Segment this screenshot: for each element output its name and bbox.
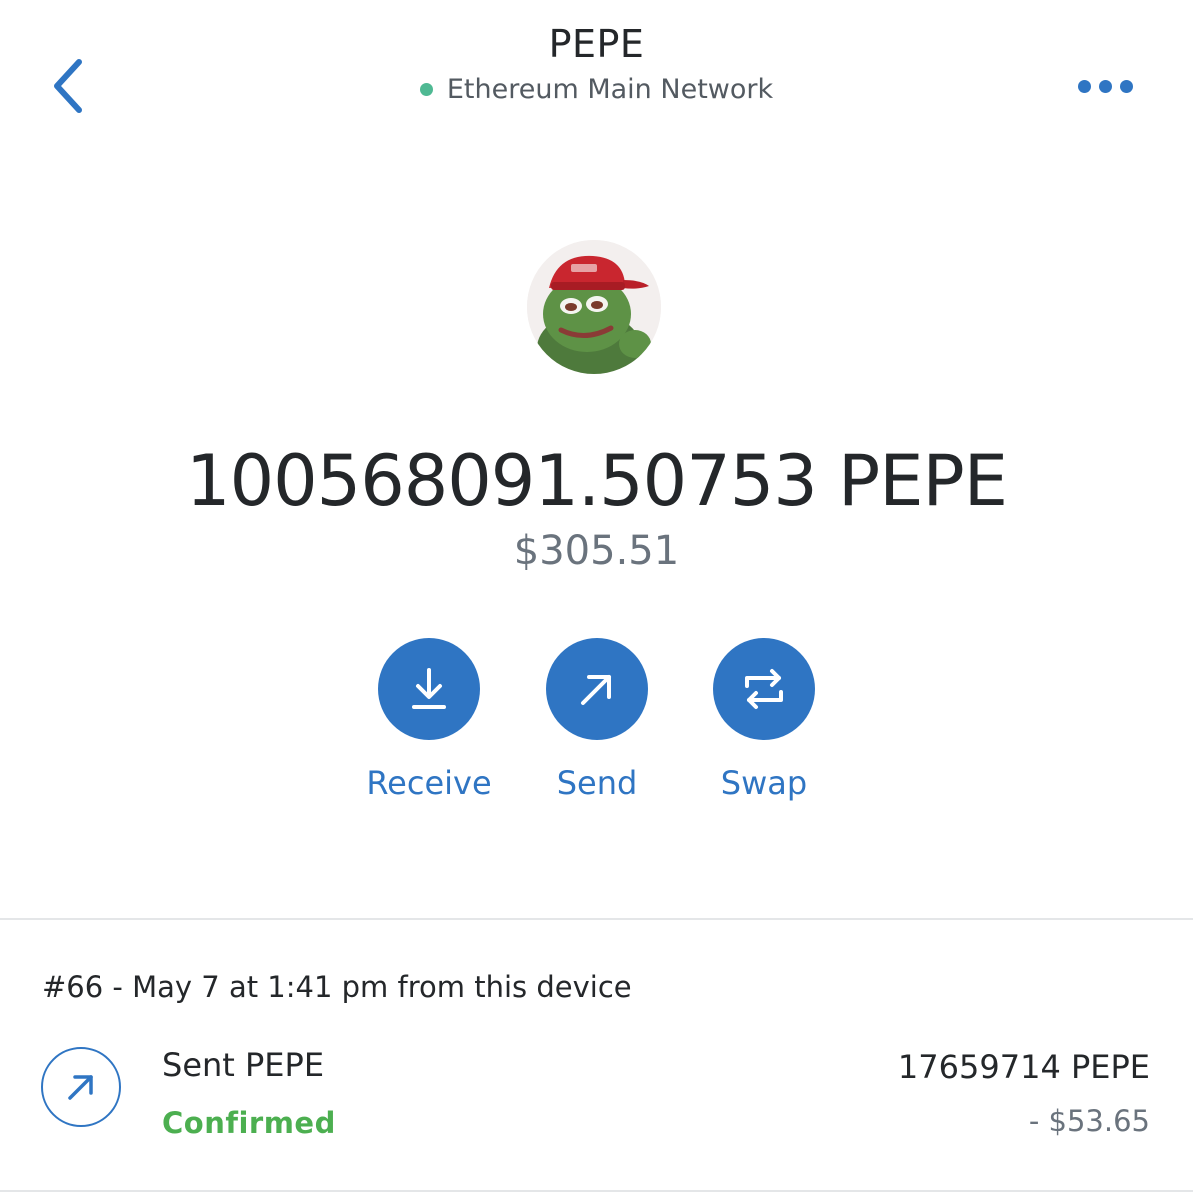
section-divider — [0, 918, 1193, 920]
swap-button[interactable]: Swap — [679, 638, 849, 802]
send-button-circle[interactable] — [546, 638, 648, 740]
receive-button-circle[interactable] — [378, 638, 480, 740]
page-title: PEPE — [548, 22, 645, 66]
transaction-header: #66 - May 7 at 1:41 pm from this device — [42, 970, 632, 1004]
transaction-status: Confirmed — [162, 1106, 336, 1140]
transaction-amount: 17659714 PEPE — [897, 1048, 1150, 1086]
transaction-fiat-amount: - $53.65 — [1028, 1104, 1150, 1138]
pepe-frog-icon — [527, 240, 661, 374]
pepe-token-avatar — [527, 240, 661, 374]
receive-label: Receive — [366, 764, 492, 802]
download-icon — [412, 668, 446, 709]
fiat-balance: $305.51 — [513, 528, 680, 574]
network-indicator: Ethereum Main Network — [0, 74, 1193, 105]
transaction-title: Sent PEPE — [162, 1046, 325, 1084]
token-balance: 100568091.50753 PEPE — [186, 440, 1008, 522]
network-name: Ethereum Main Network — [446, 74, 774, 105]
more-options-button[interactable] — [1065, 66, 1145, 106]
arrow-up-right-icon — [581, 675, 611, 705]
swap-label: Swap — [720, 764, 808, 802]
send-label: Send — [556, 764, 638, 802]
arrow-up-right-icon — [68, 1075, 93, 1100]
send-button[interactable]: Send — [512, 638, 682, 802]
swap-arrows-icon — [745, 669, 783, 709]
sent-transaction-icon — [41, 1047, 121, 1127]
token-detail-screen: PEPE Ethereum Main Network 100568091.507… — [0, 0, 1193, 1200]
more-horizontal-icon — [1077, 79, 1091, 93]
swap-button-circle[interactable] — [713, 638, 815, 740]
more-horizontal-icon-dot — [1119, 79, 1133, 93]
more-horizontal-icon-dot — [1098, 79, 1112, 93]
network-status-dot — [419, 83, 433, 96]
receive-button[interactable]: Receive — [344, 638, 514, 802]
list-divider — [0, 1190, 1193, 1192]
transaction-row[interactable]: Sent PEPE Confirmed 17659714 PEPE - $53.… — [0, 1030, 1193, 1160]
